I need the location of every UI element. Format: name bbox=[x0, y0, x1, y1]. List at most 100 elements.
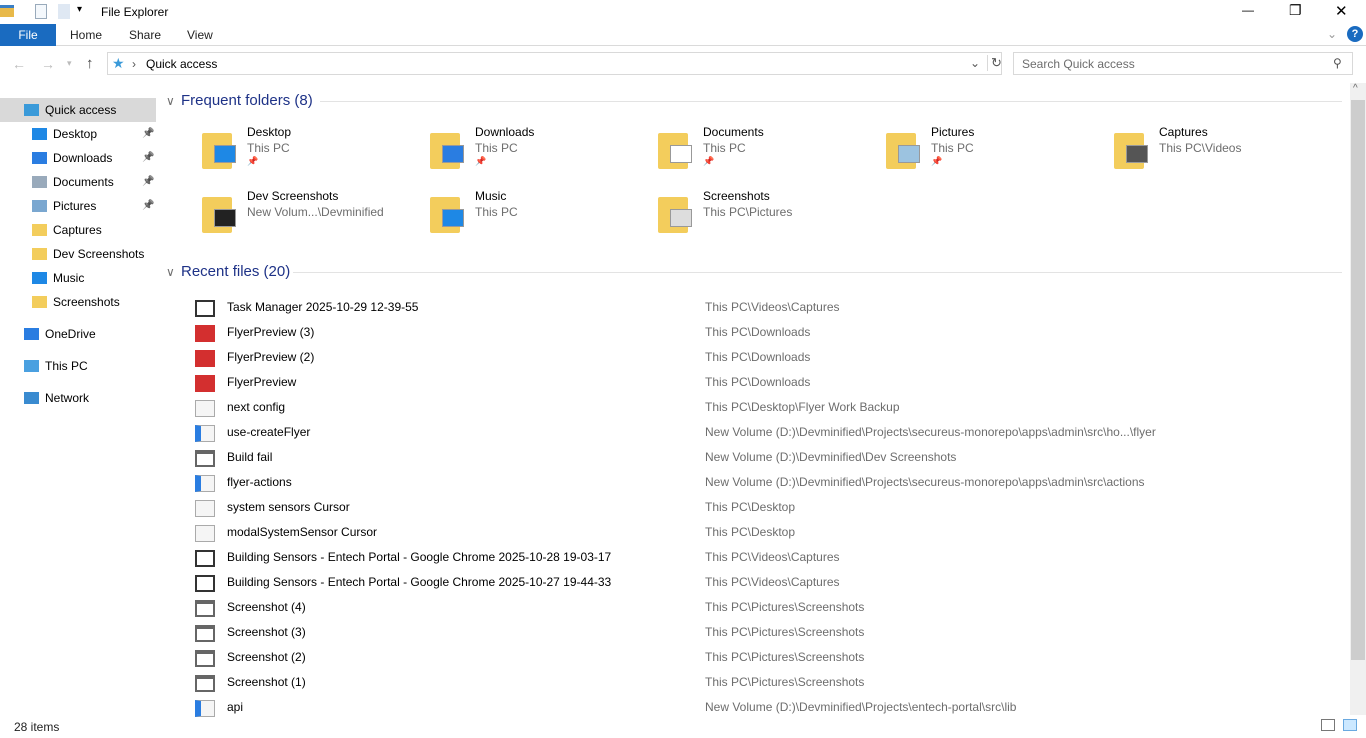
sidebar-item-label: Screenshots bbox=[53, 295, 120, 309]
minimize-button[interactable]: — bbox=[1242, 3, 1254, 17]
recent-files-header[interactable]: Recent files (20) bbox=[181, 263, 290, 280]
video-file-icon bbox=[195, 300, 215, 317]
sidebar-item-label: Documents bbox=[53, 175, 114, 189]
sidebar-item-quick-access[interactable]: Quick access bbox=[0, 98, 156, 122]
breadcrumb-quick-access[interactable]: Quick access bbox=[146, 57, 217, 71]
folder-location: This PC bbox=[475, 141, 518, 155]
recent-locations-button[interactable]: ▾ bbox=[67, 58, 72, 69]
collapse-recent-icon[interactable]: ∨ bbox=[166, 265, 175, 279]
file-path: This PC\Pictures\Screenshots bbox=[705, 650, 865, 664]
sidebar-item-documents[interactable]: Documents 📌 bbox=[0, 170, 156, 194]
scroll-thumb[interactable] bbox=[1351, 100, 1365, 660]
frequent-folder-tile[interactable]: Captures This PC\Videos bbox=[1112, 125, 1332, 185]
recent-file-row[interactable]: Build fail New Volume (D:)\Devminified\D… bbox=[190, 445, 1340, 470]
address-dropdown-icon[interactable]: ⌄ bbox=[970, 56, 980, 70]
frequent-folder-tile[interactable]: Screenshots This PC\Pictures bbox=[656, 189, 876, 249]
new-folder-icon[interactable] bbox=[58, 4, 70, 19]
pc-icon bbox=[24, 360, 39, 372]
file-path: This PC\Videos\Captures bbox=[705, 300, 840, 314]
frequent-folder-tile[interactable]: Desktop This PC 📌 bbox=[200, 125, 420, 185]
sidebar-item-downloads[interactable]: Downloads 📌 bbox=[0, 146, 156, 170]
sidebar-item-dev-screenshots[interactable]: Dev Screenshots bbox=[0, 242, 156, 266]
ribbon-tabs: File Home Share View ⌄ ? bbox=[0, 24, 1366, 46]
folder-name: Documents bbox=[703, 125, 764, 139]
folder-name: Captures bbox=[1159, 125, 1208, 139]
tab-share[interactable]: Share bbox=[129, 24, 161, 46]
file-path: This PC\Videos\Captures bbox=[705, 550, 840, 564]
recent-file-row[interactable]: FlyerPreview This PC\Downloads bbox=[190, 370, 1340, 395]
recent-file-row[interactable]: api New Volume (D:)\Devminified\Projects… bbox=[190, 695, 1340, 720]
file-path: This PC\Desktop bbox=[705, 525, 796, 539]
properties-icon[interactable] bbox=[35, 4, 47, 19]
download-icon bbox=[32, 152, 47, 164]
folder-icon bbox=[428, 129, 468, 169]
tab-home[interactable]: Home bbox=[70, 24, 102, 46]
file-path: This PC\Downloads bbox=[705, 350, 811, 364]
file-path: New Volume (D:)\Devminified\Projects\ent… bbox=[705, 700, 1017, 714]
recent-file-row[interactable]: Screenshot (2) This PC\Pictures\Screensh… bbox=[190, 645, 1340, 670]
forward-button[interactable]: → bbox=[41, 56, 55, 72]
recent-file-row[interactable]: flyer-actions New Volume (D:)\Devminifie… bbox=[190, 470, 1340, 495]
frequent-folder-tile[interactable]: Dev Screenshots New Volum...\Devminified bbox=[200, 189, 420, 249]
file-name: FlyerPreview (2) bbox=[227, 350, 315, 364]
large-icons-view-button[interactable] bbox=[1343, 719, 1357, 731]
collapse-frequent-icon[interactable]: ∨ bbox=[166, 94, 175, 108]
tab-view[interactable]: View bbox=[187, 24, 213, 46]
vertical-scrollbar[interactable]: ^ bbox=[1350, 83, 1366, 715]
image-file-icon bbox=[195, 675, 215, 692]
close-button[interactable]: ✕ bbox=[1335, 2, 1348, 20]
file-name: Building Sensors - Entech Portal - Googl… bbox=[227, 550, 612, 564]
recent-file-row[interactable]: next config This PC\Desktop\Flyer Work B… bbox=[190, 395, 1340, 420]
restore-button[interactable]: ❐ bbox=[1289, 2, 1302, 19]
sidebar-item-desktop[interactable]: Desktop 📌 bbox=[0, 122, 156, 146]
up-button[interactable]: ↑ bbox=[86, 55, 94, 72]
details-view-button[interactable] bbox=[1321, 719, 1335, 731]
recent-file-row[interactable]: FlyerPreview (2) This PC\Downloads bbox=[190, 345, 1340, 370]
folder-icon bbox=[200, 193, 240, 233]
recent-file-row[interactable]: modalSystemSensor Cursor This PC\Desktop bbox=[190, 520, 1340, 545]
sidebar-item-label: Pictures bbox=[53, 199, 97, 213]
recent-file-row[interactable]: Screenshot (4) This PC\Pictures\Screensh… bbox=[190, 595, 1340, 620]
frequent-folder-tile[interactable]: Pictures This PC 📌 bbox=[884, 125, 1104, 185]
search-input[interactable]: Search Quick access bbox=[1013, 52, 1353, 75]
pin-icon: 📌 bbox=[142, 128, 155, 139]
file-path: This PC\Desktop bbox=[705, 500, 796, 514]
file-name: Screenshot (3) bbox=[227, 625, 306, 639]
image-file-icon bbox=[195, 625, 215, 642]
customize-toolbar-icon[interactable]: ▾ bbox=[77, 4, 82, 15]
frequent-folder-tile[interactable]: Downloads This PC 📌 bbox=[428, 125, 648, 185]
sidebar-item-this-pc[interactable]: This PC bbox=[0, 354, 156, 378]
recent-file-row[interactable]: FlyerPreview (3) This PC\Downloads bbox=[190, 320, 1340, 345]
recent-file-row[interactable]: Building Sensors - Entech Portal - Googl… bbox=[190, 545, 1340, 570]
folder-name: Downloads bbox=[475, 125, 535, 139]
frequent-folder-tile[interactable]: Documents This PC 📌 bbox=[656, 125, 876, 185]
sidebar-item-pictures[interactable]: Pictures 📌 bbox=[0, 194, 156, 218]
sidebar-item-screenshots[interactable]: Screenshots bbox=[0, 290, 156, 314]
recent-file-row[interactable]: Screenshot (1) This PC\Pictures\Screensh… bbox=[190, 670, 1340, 695]
help-button[interactable]: ? bbox=[1347, 26, 1363, 42]
recent-file-row[interactable]: use-createFlyer New Volume (D:)\Devminif… bbox=[190, 420, 1340, 445]
frequent-folder-tile[interactable]: Music This PC bbox=[428, 189, 648, 249]
file-path: This PC\Pictures\Screenshots bbox=[705, 600, 865, 614]
recent-file-row[interactable]: system sensors Cursor This PC\Desktop bbox=[190, 495, 1340, 520]
file-path: This PC\Downloads bbox=[705, 325, 811, 339]
scroll-up-arrow[interactable]: ^ bbox=[1353, 83, 1358, 94]
frequent-folders-header[interactable]: Frequent folders (8) bbox=[181, 92, 313, 109]
expand-ribbon-icon[interactable]: ⌄ bbox=[1327, 27, 1337, 41]
sidebar-item-onedrive[interactable]: OneDrive bbox=[0, 322, 156, 346]
file-path: This PC\Pictures\Screenshots bbox=[705, 625, 865, 639]
recent-file-row[interactable]: Building Sensors - Entech Portal - Googl… bbox=[190, 570, 1340, 595]
sidebar-item-music[interactable]: Music bbox=[0, 266, 156, 290]
address-bar[interactable]: ★ › Quick access ⌄ ↻ bbox=[107, 52, 1002, 75]
tab-file[interactable]: File bbox=[0, 24, 56, 46]
sidebar-item-captures[interactable]: Captures bbox=[0, 218, 156, 242]
back-button[interactable]: ← bbox=[12, 56, 26, 72]
sidebar-item-network[interactable]: Network bbox=[0, 386, 156, 410]
refresh-button[interactable]: ↻ bbox=[987, 55, 1002, 71]
network-icon bbox=[24, 392, 39, 404]
sidebar-item-label: OneDrive bbox=[45, 327, 96, 341]
pin-icon: 📌 bbox=[142, 200, 155, 211]
recent-file-row[interactable]: Screenshot (3) This PC\Pictures\Screensh… bbox=[190, 620, 1340, 645]
desktop-icon bbox=[32, 128, 47, 140]
recent-file-row[interactable]: Task Manager 2025-10-29 12-39-55 This PC… bbox=[190, 295, 1340, 320]
